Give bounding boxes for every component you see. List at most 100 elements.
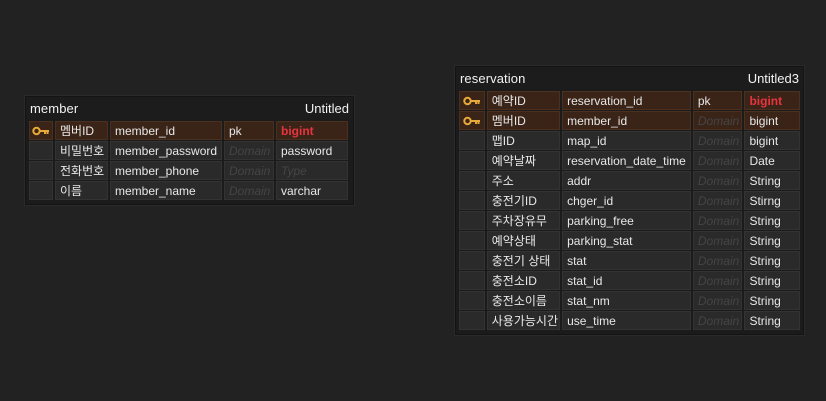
column-logical-name[interactable]: 전화번호 [55,161,108,180]
column-domain[interactable]: Domain [692,111,743,130]
column-logical-name[interactable]: 충전소ID [486,271,561,290]
key-slot [459,171,485,190]
column-physical-name[interactable]: reservation_date_time [562,151,691,170]
column-domain[interactable]: Domain [692,231,743,250]
entity-header[interactable]: member Untitled [26,97,353,119]
column-row[interactable]: 주소 addr Domain String [459,171,800,191]
column-domain[interactable]: Domain [692,251,743,270]
entity-name[interactable]: reservation [460,71,525,86]
column-row[interactable]: 충전기ID chger_id Domain Stirng [459,191,800,211]
column-data-type[interactable]: String [744,291,800,310]
column-row[interactable]: 예약상태 parking_stat Domain String [459,231,800,251]
key-slot [459,231,485,250]
key-slot [459,311,485,330]
key-slot [459,211,485,230]
column-domain[interactable]: Domain [692,191,743,210]
column-data-type[interactable]: String [744,211,800,230]
column-data-type[interactable]: String [744,251,800,270]
column-physical-name[interactable]: parking_free [562,211,691,230]
column-logical-name[interactable]: 멤버ID [55,121,108,140]
column-row[interactable]: 충전소이름 stat_nm Domain String [459,291,800,311]
column-physical-name[interactable]: chger_id [562,191,691,210]
column-row[interactable]: 충전기 상태 stat Domain String [459,251,800,271]
primary-key-icon [29,121,53,140]
column-domain[interactable]: Domain [692,171,743,190]
column-physical-name[interactable]: map_id [562,131,691,150]
column-domain[interactable]: Domain [692,291,743,310]
column-physical-name[interactable]: member_id [562,111,691,130]
column-data-type[interactable]: bigint [744,131,800,150]
column-logical-name[interactable]: 이름 [55,181,108,200]
column-data-type[interactable]: varchar [276,181,348,200]
primary-key-icon [459,111,485,130]
column-domain[interactable]: Domain [692,151,743,170]
entity-member[interactable]: member Untitled 멤버ID member_id pk bigint 비밀번… [25,96,354,205]
column-physical-name[interactable]: reservation_id [562,91,691,110]
column-row[interactable]: 멤버ID member_id pk bigint [29,121,350,141]
column-physical-name[interactable]: member_phone [110,161,222,180]
key-slot [29,181,53,200]
column-data-type[interactable]: bigint [744,91,800,110]
key-slot [459,191,485,210]
column-logical-name[interactable]: 예약상태 [486,231,561,250]
column-domain[interactable]: pk [692,91,743,110]
erd-canvas[interactable]: member Untitled 멤버ID member_id pk bigint 비밀번… [0,0,826,401]
entity-name[interactable]: member [30,101,78,116]
column-physical-name[interactable]: addr [562,171,691,190]
column-logical-name[interactable]: 주차장유무 [486,211,561,230]
column-logical-name[interactable]: 예약ID [486,91,561,110]
column-physical-name[interactable]: member_password [110,141,222,160]
key-slot [459,251,485,270]
entity-header[interactable]: reservation Untitled3 [456,67,803,89]
column-logical-name[interactable]: 멤버ID [486,111,561,130]
column-data-type[interactable]: String [744,311,800,330]
column-logical-name[interactable]: 충전기ID [486,191,561,210]
column-physical-name[interactable]: stat_nm [562,291,691,310]
column-domain[interactable]: Domain [692,211,743,230]
column-row[interactable]: 멤버ID member_id Domain bigint [459,111,800,131]
column-data-type[interactable]: Stirng [744,191,800,210]
key-slot [459,151,485,170]
column-row[interactable]: 예약ID reservation_id pk bigint [459,91,800,111]
column-domain[interactable]: Domain [224,161,274,180]
column-domain[interactable]: Domain [692,311,743,330]
column-logical-name[interactable]: 예약날짜 [486,151,561,170]
column-row[interactable]: 비밀번호 member_password Domain password [29,141,350,161]
column-domain[interactable]: pk [224,121,274,140]
column-row[interactable]: 주차장유무 parking_free Domain String [459,211,800,231]
column-physical-name[interactable]: stat_id [562,271,691,290]
column-domain[interactable]: Domain [692,131,743,150]
column-row[interactable]: 충전소ID stat_id Domain String [459,271,800,291]
column-logical-name[interactable]: 맵ID [486,131,561,150]
column-domain[interactable]: Domain [692,271,743,290]
column-physical-name[interactable]: member_id [110,121,222,140]
column-data-type[interactable]: Date [744,151,800,170]
column-physical-name[interactable]: member_name [110,181,222,200]
column-logical-name[interactable]: 충전기 상태 [486,251,561,270]
column-data-type[interactable]: bigint [276,121,348,140]
entity-reservation[interactable]: reservation Untitled3 예약ID reservation_id… [455,66,804,335]
column-physical-name[interactable]: parking_stat [562,231,691,250]
column-domain[interactable]: Domain [224,141,274,160]
column-logical-name[interactable]: 사용가능시간 [486,311,561,330]
column-data-type[interactable]: String [744,271,800,290]
key-slot [459,271,485,290]
column-row[interactable]: 이름 member_name Domain varchar [29,181,350,201]
column-data-type[interactable]: String [744,231,800,250]
column-logical-name[interactable]: 비밀번호 [55,141,108,160]
column-data-type[interactable]: String [744,171,800,190]
column-row[interactable]: 예약날짜 reservation_date_time Domain Date [459,151,800,171]
column-physical-name[interactable]: use_time [562,311,691,330]
column-data-type[interactable]: Type [276,161,348,180]
column-physical-name[interactable]: stat [562,251,691,270]
column-row[interactable]: 사용가능시간 use_time Domain String [459,311,800,331]
key-icon [463,96,480,105]
column-domain[interactable]: Domain [224,181,274,200]
column-logical-name[interactable]: 주소 [486,171,561,190]
key-slot [459,291,485,310]
column-data-type[interactable]: password [276,141,348,160]
column-row[interactable]: 전화번호 member_phone Domain Type [29,161,350,181]
column-row[interactable]: 맵ID map_id Domain bigint [459,131,800,151]
column-logical-name[interactable]: 충전소이름 [486,291,561,310]
column-data-type[interactable]: bigint [744,111,800,130]
